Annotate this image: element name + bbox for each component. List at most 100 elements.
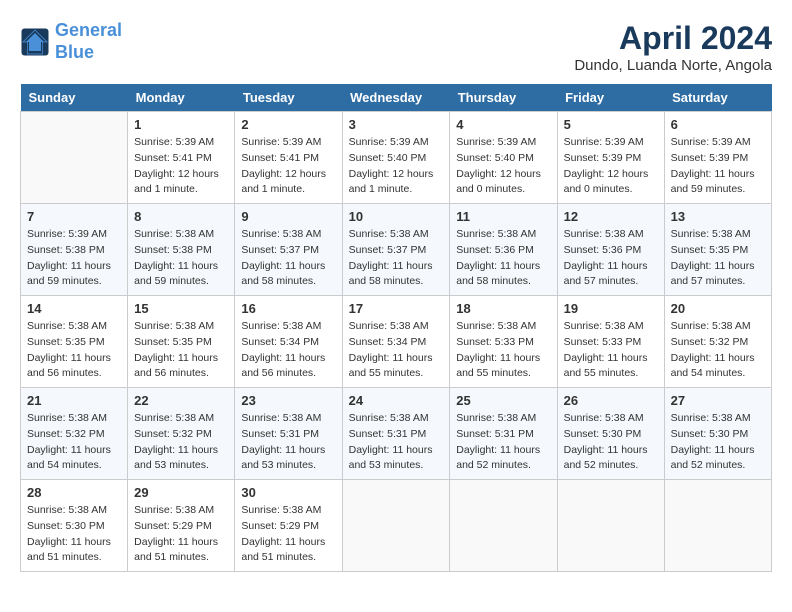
day-info: Sunrise: 5:39 AM Sunset: 5:40 PM Dayligh… <box>349 135 444 198</box>
week-row-1: 1 Sunrise: 5:39 AM Sunset: 5:41 PM Daylig… <box>21 112 772 204</box>
day-info: Sunrise: 5:39 AM Sunset: 5:40 PM Dayligh… <box>456 135 550 198</box>
day-info: Sunrise: 5:38 AM Sunset: 5:30 PM Dayligh… <box>671 411 765 474</box>
calendar-cell: 19 Sunrise: 5:38 AM Sunset: 5:33 PM Dayli… <box>557 296 664 388</box>
location: Dundo, Luanda Norte, Angola <box>574 57 772 74</box>
calendar-cell: 16 Sunrise: 5:38 AM Sunset: 5:34 PM Dayli… <box>235 296 342 388</box>
day-number: 19 <box>564 301 658 316</box>
calendar-cell: 18Sunrise: 5:38 AM Sunset: 5:33 PM Dayli… <box>450 296 557 388</box>
day-number: 17 <box>349 301 444 316</box>
calendar-cell: 13 Sunrise: 5:38 AM Sunset: 5:35 PM Dayli… <box>664 204 771 296</box>
day-number: 1 <box>134 117 228 132</box>
calendar-cell: 4 Sunrise: 5:39 AM Sunset: 5:40 PM Daylig… <box>450 112 557 204</box>
calendar-cell: 14 Sunrise: 5:38 AM Sunset: 5:35 PM Dayli… <box>21 296 128 388</box>
calendar-cell: 3 Sunrise: 5:39 AM Sunset: 5:40 PM Daylig… <box>342 112 450 204</box>
day-number: 4 <box>456 117 550 132</box>
day-number: 28 <box>27 485 121 500</box>
calendar-cell <box>557 480 664 572</box>
day-header-thursday: Thursday <box>450 84 557 112</box>
logo-text: General Blue <box>55 20 122 63</box>
day-number: 9 <box>241 209 335 224</box>
day-info: Sunrise: 5:38 AM Sunset: 5:37 PM Dayligh… <box>349 227 444 290</box>
calendar-cell: 26 Sunrise: 5:38 AM Sunset: 5:30 PM Dayli… <box>557 388 664 480</box>
day-info: Sunrise: 5:38 AM Sunset: 5:35 PM Dayligh… <box>671 227 765 290</box>
day-info: Sunrise: 5:38 AM Sunset: 5:34 PM Dayligh… <box>241 319 335 382</box>
day-number: 24 <box>349 393 444 408</box>
day-number: 3 <box>349 117 444 132</box>
day-number: 21 <box>27 393 121 408</box>
day-number: 30 <box>241 485 335 500</box>
day-info: Sunrise: 5:38 AM Sunset: 5:31 PM Dayligh… <box>241 411 335 474</box>
calendar-cell: 20 Sunrise: 5:38 AM Sunset: 5:32 PM Dayli… <box>664 296 771 388</box>
day-info: Sunrise: 5:38 AM Sunset: 5:36 PM Dayligh… <box>456 227 550 290</box>
day-number: 27 <box>671 393 765 408</box>
calendar-cell: 24 Sunrise: 5:38 AM Sunset: 5:31 PM Dayli… <box>342 388 450 480</box>
calendar-cell: 12Sunrise: 5:38 AM Sunset: 5:36 PM Dayli… <box>557 204 664 296</box>
day-info: Sunrise: 5:39 AM Sunset: 5:41 PM Dayligh… <box>134 135 228 198</box>
day-header-wednesday: Wednesday <box>342 84 450 112</box>
day-info: Sunrise: 5:38 AM Sunset: 5:31 PM Dayligh… <box>349 411 444 474</box>
day-number: 13 <box>671 209 765 224</box>
calendar-cell: 21Sunrise: 5:38 AM Sunset: 5:32 PM Dayli… <box>21 388 128 480</box>
day-info: Sunrise: 5:39 AM Sunset: 5:41 PM Dayligh… <box>241 135 335 198</box>
calendar-cell <box>342 480 450 572</box>
day-number: 15 <box>134 301 228 316</box>
calendar-cell: 27 Sunrise: 5:38 AM Sunset: 5:30 PM Dayli… <box>664 388 771 480</box>
week-row-2: 7 Sunrise: 5:39 AM Sunset: 5:38 PM Daylig… <box>21 204 772 296</box>
day-info: Sunrise: 5:38 AM Sunset: 5:34 PM Dayligh… <box>349 319 444 382</box>
calendar-cell: 2 Sunrise: 5:39 AM Sunset: 5:41 PM Daylig… <box>235 112 342 204</box>
day-info: Sunrise: 5:38 AM Sunset: 5:29 PM Dayligh… <box>134 503 228 566</box>
week-row-4: 21 Sunrise: 5:38 AM Sunset: 5:32 PM Dayli… <box>21 388 772 480</box>
calendar-cell: 30Sunrise: 5:38 AM Sunset: 5:29 PM Dayli… <box>235 480 342 572</box>
calendar-cell <box>450 480 557 572</box>
calendar-cell: 6 Sunrise: 5:39 AM Sunset: 5:39 PM Daylig… <box>664 112 771 204</box>
week-row-3: 14 Sunrise: 5:38 AM Sunset: 5:35 PM Dayli… <box>21 296 772 388</box>
calendar-cell: 15 Sunrise: 5:38 AM Sunset: 5:35 PM Dayli… <box>128 296 235 388</box>
day-number: 2 <box>241 117 335 132</box>
logo-icon <box>20 27 50 57</box>
day-header-tuesday: Tuesday <box>235 84 342 112</box>
calendar-cell: 17 Sunrise: 5:38 AM Sunset: 5:34 PM Dayli… <box>342 296 450 388</box>
day-info: Sunrise: 5:38 AM Sunset: 5:30 PM Dayligh… <box>564 411 658 474</box>
calendar-cell <box>664 480 771 572</box>
title-block: April 2024 Dundo, Luanda Norte, Angola <box>574 20 772 74</box>
day-number: 20 <box>671 301 765 316</box>
day-info: Sunrise: 5:38 AM Sunset: 5:35 PM Dayligh… <box>27 319 121 382</box>
day-info: Sunrise: 5:38 AM Sunset: 5:32 PM Dayligh… <box>134 411 228 474</box>
day-info: Sunrise: 5:39 AM Sunset: 5:39 PM Dayligh… <box>671 135 765 198</box>
day-number: 18 <box>456 301 550 316</box>
day-header-saturday: Saturday <box>664 84 771 112</box>
week-row-5: 28 Sunrise: 5:38 AM Sunset: 5:30 PM Dayli… <box>21 480 772 572</box>
day-info: Sunrise: 5:38 AM Sunset: 5:35 PM Dayligh… <box>134 319 228 382</box>
day-number: 11 <box>456 209 550 224</box>
day-number: 14 <box>27 301 121 316</box>
day-number: 8 <box>134 209 228 224</box>
calendar-cell: 29 Sunrise: 5:38 AM Sunset: 5:29 PM Dayli… <box>128 480 235 572</box>
calendar-cell: 11 Sunrise: 5:38 AM Sunset: 5:36 PM Dayli… <box>450 204 557 296</box>
month-year: April 2024 <box>574 20 772 57</box>
day-number: 26 <box>564 393 658 408</box>
day-info: Sunrise: 5:38 AM Sunset: 5:30 PM Dayligh… <box>27 503 121 566</box>
day-number: 29 <box>134 485 228 500</box>
day-info: Sunrise: 5:38 AM Sunset: 5:32 PM Dayligh… <box>671 319 765 382</box>
day-header-monday: Monday <box>128 84 235 112</box>
day-number: 23 <box>241 393 335 408</box>
day-header-friday: Friday <box>557 84 664 112</box>
calendar-cell: 23 Sunrise: 5:38 AM Sunset: 5:31 PM Dayli… <box>235 388 342 480</box>
logo: General Blue <box>20 20 122 63</box>
calendar-cell: 9Sunrise: 5:38 AM Sunset: 5:37 PM Daylig… <box>235 204 342 296</box>
day-number: 7 <box>27 209 121 224</box>
day-number: 12 <box>564 209 658 224</box>
page-header: General Blue April 2024 Dundo, Luanda No… <box>20 20 772 74</box>
day-info: Sunrise: 5:38 AM Sunset: 5:33 PM Dayligh… <box>564 319 658 382</box>
day-header-sunday: Sunday <box>21 84 128 112</box>
day-info: Sunrise: 5:39 AM Sunset: 5:38 PM Dayligh… <box>27 227 121 290</box>
day-number: 16 <box>241 301 335 316</box>
day-info: Sunrise: 5:39 AM Sunset: 5:39 PM Dayligh… <box>564 135 658 198</box>
day-number: 6 <box>671 117 765 132</box>
calendar-header-row: SundayMondayTuesdayWednesdayThursdayFrid… <box>21 84 772 112</box>
calendar-cell: 22Sunrise: 5:38 AM Sunset: 5:32 PM Dayli… <box>128 388 235 480</box>
day-info: Sunrise: 5:38 AM Sunset: 5:38 PM Dayligh… <box>134 227 228 290</box>
calendar-cell: 7 Sunrise: 5:39 AM Sunset: 5:38 PM Daylig… <box>21 204 128 296</box>
day-info: Sunrise: 5:38 AM Sunset: 5:31 PM Dayligh… <box>456 411 550 474</box>
day-number: 5 <box>564 117 658 132</box>
